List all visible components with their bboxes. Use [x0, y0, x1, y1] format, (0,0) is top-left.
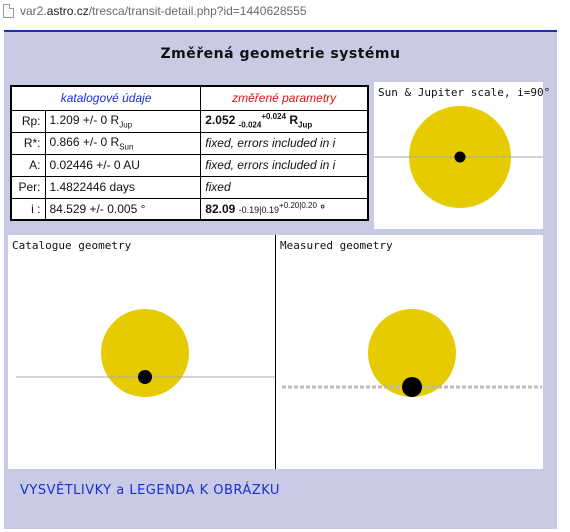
table-row: Per: 1.4822446 days fixed: [10, 175, 369, 199]
planet-disc: [402, 377, 422, 397]
measured-caption: Measured geometry: [280, 239, 393, 252]
header-catalog: katalogové údaje: [10, 85, 202, 111]
row-label-i: i :: [10, 197, 46, 221]
measured-rstar: fixed, errors included in i: [200, 131, 369, 155]
catalog-rstar: 0.866 +/- 0 RSun: [44, 131, 202, 155]
row-label-rp: Rp:: [10, 109, 46, 133]
table-header-row: katalogové údaje změřené parametry: [10, 85, 369, 111]
scale-panel: Sun & Jupiter scale, i=90°: [374, 82, 550, 229]
table-row: Rp: 1.209 +/- 0 RJup 2.052 -0.024+0.024 …: [10, 109, 369, 133]
planet-disc: [454, 151, 466, 163]
page-icon: [3, 4, 14, 18]
table-row: R*: 0.866 +/- 0 RSun fixed, errors inclu…: [10, 131, 369, 155]
catalog-i: 84.529 +/- 0.005 °: [44, 197, 202, 221]
catalog-panel: Catalogue geometry: [8, 235, 275, 469]
catalog-a: 0.02446 +/- 0 AU: [44, 153, 202, 177]
content-frame: Změřená geometrie systému katalogové úda…: [4, 30, 557, 529]
catalog-rp: 1.209 +/- 0 RJup: [44, 109, 202, 133]
table-row: A: 0.02446 +/- 0 AU fixed, errors includ…: [10, 153, 369, 177]
catalog-per: 1.4822446 days: [44, 175, 202, 199]
row-label-a: A:: [10, 153, 46, 177]
row-label-per: Per:: [10, 175, 46, 199]
catalog-caption: Catalogue geometry: [12, 239, 132, 252]
url-text[interactable]: var2.astro.cz/tresca/transit-detail.php?…: [20, 4, 307, 18]
catalog-diagram: [16, 309, 275, 397]
measured-a: fixed, errors included in i: [200, 153, 369, 177]
page-title: Změřená geometrie systému: [160, 46, 401, 62]
measured-rp: 2.052 -0.024+0.024 RJup: [200, 109, 369, 133]
parameters-table: katalogové údaje změřené parametry Rp: 1…: [10, 85, 369, 221]
measured-diagram: [282, 309, 542, 397]
measured-i: 82.09 -0.19|0.19+0.20|0.20 °: [200, 197, 369, 221]
row-label-rstar: R*:: [10, 131, 46, 155]
scale-diagram: [374, 106, 543, 208]
measured-panel: Measured geometry: [275, 235, 543, 469]
planet-disc: [138, 370, 152, 384]
browser-address-bar[interactable]: var2.astro.cz/tresca/transit-detail.php?…: [0, 0, 570, 24]
measured-per: fixed: [200, 175, 369, 199]
header-measured: změřené parametry: [200, 85, 369, 111]
scale-caption: Sun & Jupiter scale, i=90°: [378, 86, 551, 99]
table-row: i : 84.529 +/- 0.005 ° 82.09 -0.19|0.19+…: [10, 197, 369, 221]
legend-link[interactable]: VYSVĚTLIVKY a LEGENDA K OBRÁZKU: [20, 483, 280, 498]
